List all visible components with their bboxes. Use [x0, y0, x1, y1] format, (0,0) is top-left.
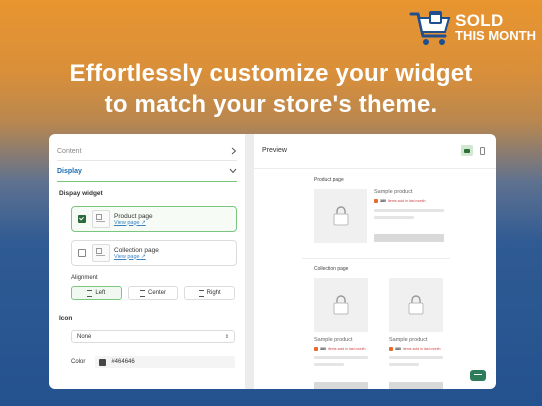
icon-select-value: None — [77, 333, 92, 340]
product-page-thumbnail-icon — [92, 210, 110, 228]
fire-icon — [314, 347, 318, 351]
fire-icon — [389, 347, 393, 351]
divider — [302, 258, 450, 259]
align-center-icon — [140, 289, 145, 297]
mobile-view-button[interactable] — [476, 145, 488, 156]
content-label: Content — [57, 147, 82, 155]
content-section-toggle[interactable]: Content — [57, 144, 237, 158]
add-to-cart-placeholder — [389, 382, 443, 389]
bag-icon — [333, 206, 348, 226]
headline: Effortlessly customize your widget to ma… — [0, 58, 542, 120]
alignment-label: Alignment — [71, 275, 98, 281]
divider — [57, 160, 237, 161]
collection-page-thumbnail-icon — [92, 244, 110, 262]
chat-bubble-icon[interactable] — [470, 370, 486, 381]
desktop-view-button[interactable] — [461, 145, 473, 156]
brand-name: SOLD THIS MONTH — [455, 11, 536, 43]
brand-logo: SOLD THIS MONTH — [409, 8, 536, 48]
option-collection-page[interactable]: Collection page View page ↗ — [71, 240, 237, 266]
select-arrows-icon: ⇕ — [224, 333, 229, 340]
color-row: Color #464646 — [71, 356, 235, 368]
brand-line-1: SOLD — [455, 11, 504, 30]
align-left-icon — [87, 289, 93, 297]
preview-canvas: Product page Sample product 380 items sol… — [302, 174, 450, 389]
product-page-checkbox[interactable] — [78, 215, 86, 223]
display-underline — [57, 181, 237, 182]
collection-page-view-link[interactable]: View page ↗ — [114, 254, 159, 260]
placeholder-line — [314, 356, 368, 359]
add-to-cart-placeholder — [314, 382, 368, 389]
brand-line-2: THIS MONTH — [455, 28, 536, 43]
align-right-icon — [198, 289, 204, 297]
bag-icon — [408, 295, 424, 315]
placeholder-line — [314, 363, 344, 366]
collection-page-section-label: Collection page — [314, 266, 349, 272]
display-section-toggle[interactable]: Display — [57, 164, 237, 178]
icon-select[interactable]: None ⇕ — [71, 330, 235, 343]
display-label: Display — [57, 167, 82, 175]
external-link-icon: ↗ — [141, 253, 146, 260]
placeholder-line — [389, 356, 443, 359]
product-page-view-link[interactable]: View page ↗ — [114, 220, 153, 226]
headline-line-2: to match your store's theme. — [104, 91, 438, 118]
placeholder-line — [374, 209, 444, 212]
monitor-icon — [464, 148, 470, 153]
add-to-cart-placeholder — [374, 234, 444, 242]
color-input[interactable]: #464646 — [95, 356, 235, 368]
product-page-title: Product page — [114, 212, 153, 220]
align-left-button[interactable]: Left — [71, 286, 122, 300]
product-name: Sample product — [374, 189, 413, 195]
product-page-section-label: Product page — [314, 177, 344, 183]
external-link-icon: ↗ — [141, 219, 146, 226]
fire-icon — [374, 199, 378, 203]
headline-line-1: Effortlessly customize your widget — [69, 60, 473, 87]
collection-page-title: Collection page — [114, 246, 159, 254]
preview-title: Preview — [262, 147, 287, 154]
chevron-right-icon — [231, 147, 237, 155]
settings-panel: Content Display Dispay widget Product pa… — [49, 134, 245, 389]
sold-badge: 380 items sold in last month — [374, 199, 426, 203]
device-toggle — [461, 145, 488, 156]
icon-label: Icon — [59, 315, 73, 322]
color-label: Color — [71, 359, 86, 365]
preview-header: Preview — [254, 134, 496, 168]
display-widget-label: Dispay widget — [59, 190, 103, 197]
align-center-button[interactable]: Center — [127, 286, 179, 300]
option-product-page[interactable]: Product page View page ↗ — [71, 206, 237, 232]
placeholder-line — [374, 216, 414, 219]
sold-badge: 380 items sold in last month — [314, 347, 366, 351]
chevron-down-icon — [229, 168, 237, 174]
collection-product-name: Sample product — [314, 337, 353, 343]
color-swatch[interactable] — [99, 358, 107, 366]
alignment-group: Left Center Right — [71, 286, 236, 300]
collection-product-image — [389, 278, 443, 332]
bag-icon — [333, 295, 349, 315]
align-right-button[interactable]: Right — [184, 286, 236, 300]
placeholder-line — [389, 363, 419, 366]
collection-product-image — [314, 278, 368, 332]
sold-badge: 380 items sold in last month — [389, 347, 441, 351]
phone-icon — [479, 146, 485, 155]
shopping-cart-icon — [409, 11, 451, 45]
divider — [254, 168, 496, 169]
preview-panel: Preview Product page Sample product 380 i… — [254, 134, 496, 389]
product-image — [314, 189, 367, 243]
color-value: #464646 — [111, 359, 135, 365]
collection-product-name: Sample product — [389, 337, 428, 343]
panel-separator — [245, 134, 254, 389]
collection-page-checkbox[interactable] — [78, 249, 86, 257]
